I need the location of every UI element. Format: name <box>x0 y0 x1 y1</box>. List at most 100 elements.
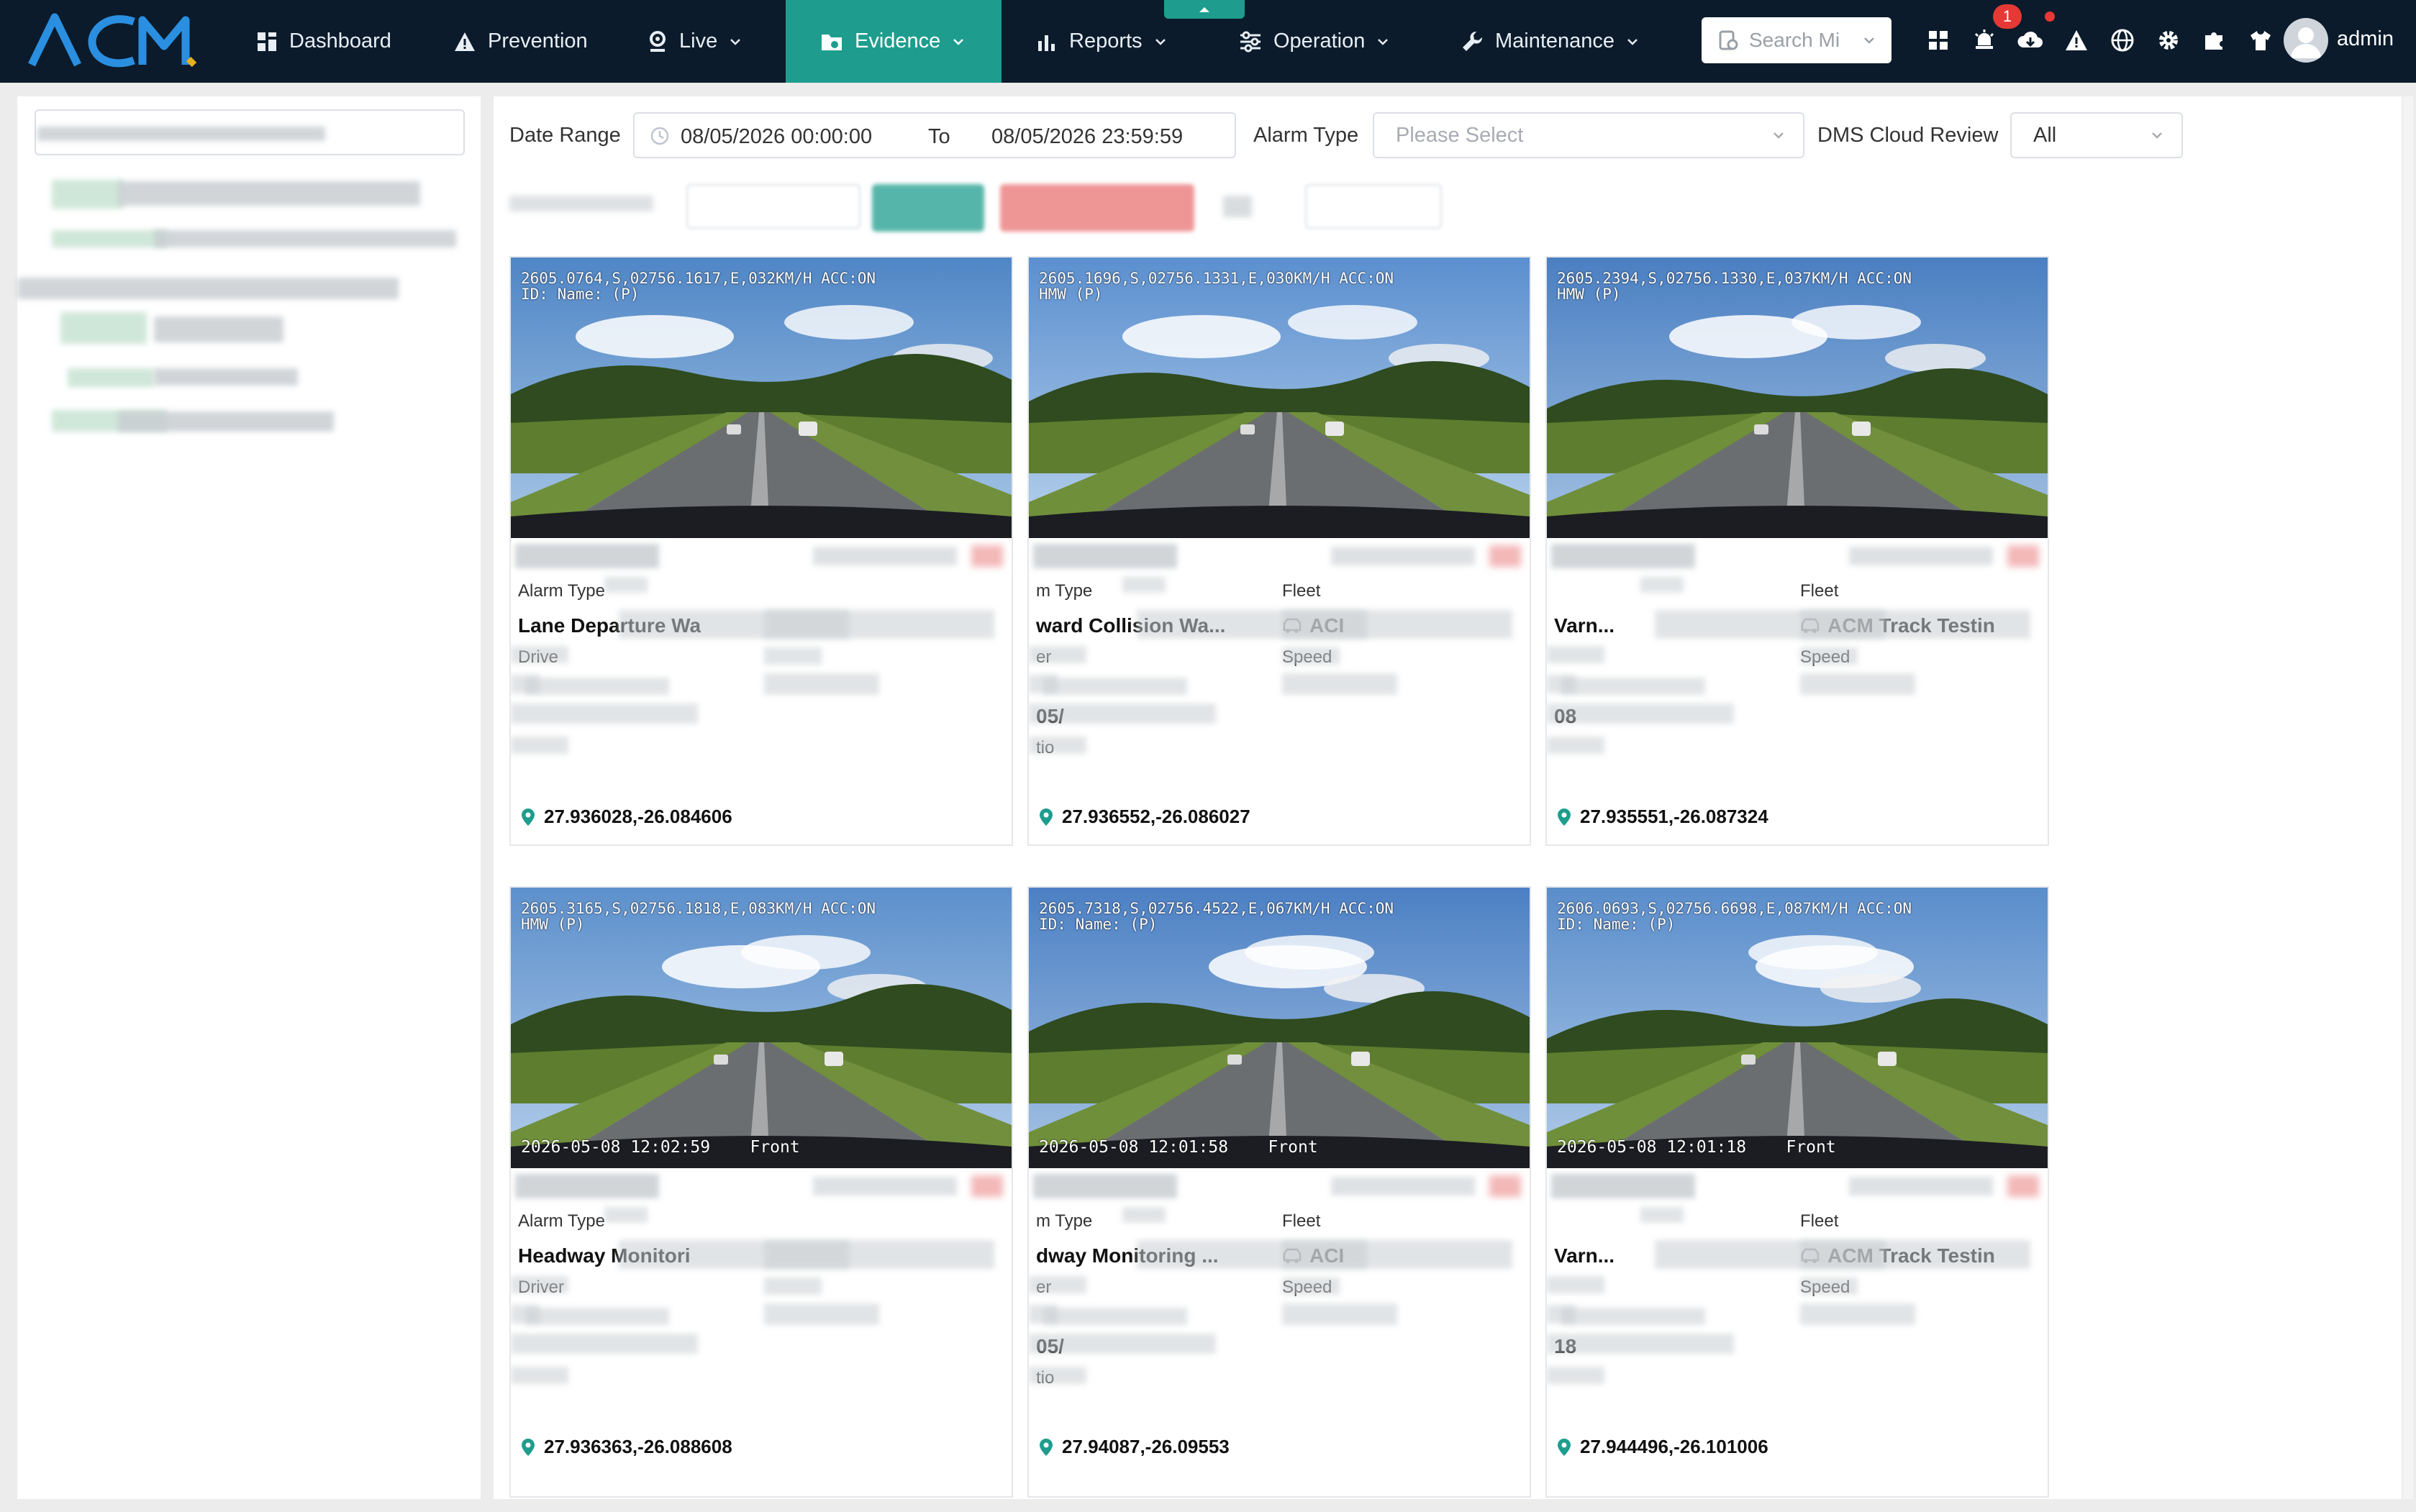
cloud-download-icon[interactable] <box>2016 26 2045 55</box>
tree-node-blurred[interactable] <box>52 230 167 247</box>
chevron-down-icon <box>953 38 964 45</box>
nav-operation[interactable]: Operation <box>1239 0 1389 83</box>
date-range-input[interactable]: 08/05/2026 00:00:00 To 08/05/2026 23:59:… <box>633 112 1236 158</box>
thumbnail-gps-overlay: 2605.0764,S,02756.1617,E,032KM/H ACC:ON … <box>521 270 876 303</box>
nav-prevention[interactable]: Prevention <box>453 0 588 83</box>
dms-cloud-review-label: DMS Cloud Review <box>1817 124 1999 147</box>
gps-coordinates[interactable]: 27.94087,-26.09553 <box>1039 1436 1230 1458</box>
evidence-thumbnail[interactable]: 2606.0693,S,02756.6698,E,087KM/H ACC:ON … <box>1547 888 2048 1168</box>
redacted-field <box>764 1278 822 1295</box>
export-button[interactable] <box>1305 184 1442 229</box>
chevron-down-icon <box>1378 38 1389 45</box>
evidence-card[interactable]: 2605.1696,S,02756.1331,E,030KM/H ACC:ON … <box>1027 256 1531 846</box>
nav-dashboard[interactable]: Dashboard <box>256 0 391 83</box>
gps-coordinates[interactable]: 27.936028,-26.084606 <box>521 806 732 828</box>
batch-delete-button[interactable] <box>1000 184 1194 232</box>
delete-icon[interactable] <box>971 1175 1003 1197</box>
fleet-label: Fleet <box>1282 581 1321 601</box>
acm-logo[interactable] <box>26 9 199 73</box>
gps-coordinates[interactable]: 27.936552,-26.086027 <box>1039 806 1250 828</box>
nav-evidence[interactable]: Evidence <box>786 0 1002 83</box>
nav-reports[interactable]: Reports <box>1036 0 1167 83</box>
tree-node-blurred[interactable] <box>37 127 325 141</box>
gps-coordinates[interactable]: 27.936363,-26.088608 <box>521 1436 732 1458</box>
date-to-label: To <box>928 125 950 148</box>
blurred-filter-input[interactable] <box>686 184 860 229</box>
vehicle-tree-panel <box>17 96 481 1499</box>
alarm-type-value: Varn... <box>1554 614 1615 637</box>
alarm-type-label: m Type <box>1036 581 1093 601</box>
page-scrollbar[interactable] <box>2403 96 2413 1499</box>
redacted-field <box>525 678 669 695</box>
blurred-vehicle-title <box>1551 1174 1695 1198</box>
tree-node-blurred[interactable] <box>154 316 283 342</box>
redacted-field <box>1122 1207 1166 1223</box>
thumbnail-gps-overlay: 2605.1696,S,02756.1331,E,030KM/H ACC:ON … <box>1039 270 1394 303</box>
apps-grid-icon[interactable] <box>1924 26 1953 55</box>
map-pin-icon <box>1040 1438 1053 1456</box>
blurred-card-actions[interactable] <box>1849 1177 1993 1196</box>
delete-icon[interactable] <box>1489 545 1521 567</box>
evidence-thumbnail[interactable]: 2605.1696,S,02756.1331,E,030KM/H ACC:ON … <box>1029 258 1530 538</box>
gps-coordinates[interactable]: 27.944496,-26.101006 <box>1557 1436 1768 1458</box>
evidence-card[interactable]: 2605.2394,S,02756.1330,E,037KM/H ACC:ON … <box>1545 256 2049 846</box>
chevron-up-icon <box>1199 7 1209 12</box>
blurred-card-actions[interactable] <box>1331 1177 1475 1196</box>
delete-icon[interactable] <box>2007 545 2039 567</box>
nav-maintenance[interactable]: Maintenance <box>1461 0 1639 83</box>
collapse-header-tab[interactable] <box>1164 0 1245 19</box>
redacted-field <box>1029 1334 1216 1354</box>
tree-node-blurred[interactable] <box>154 230 456 247</box>
evidence-thumbnail[interactable]: 2605.7318,S,02756.4522,E,067KM/H ACC:ON … <box>1029 888 1530 1168</box>
tree-node-blurred[interactable] <box>154 368 298 386</box>
blurred-filter-label <box>509 196 653 211</box>
gps-coordinates[interactable]: 27.935551,-26.087324 <box>1557 806 1768 828</box>
blurred-card-actions[interactable] <box>813 1177 957 1196</box>
alert-triangle-icon[interactable] <box>2062 26 2091 55</box>
date-from-value: 08/05/2026 00:00:00 <box>681 125 873 148</box>
evidence-thumbnail[interactable]: 2605.3165,S,02756.1818,E,083KM/H ACC:ON … <box>511 888 1012 1168</box>
map-pin-icon <box>522 1438 535 1456</box>
evidence-card[interactable]: 2605.3165,S,02756.1818,E,083KM/H ACC:ON … <box>509 886 1013 1498</box>
username-label[interactable]: admin <box>2337 27 2394 51</box>
blurred-card-actions[interactable] <box>813 547 957 565</box>
redacted-field <box>1282 647 1340 665</box>
alarm-type-label: Alarm Type <box>518 581 605 601</box>
nav-maintenance-label: Maintenance <box>1495 29 1615 53</box>
gear-icon[interactable] <box>2154 26 2183 55</box>
alarm-type-select[interactable]: Please Select <box>1373 112 1804 158</box>
redacted-field <box>1547 1367 1604 1384</box>
redacted-field <box>511 1334 698 1354</box>
nav-prevention-label: Prevention <box>488 29 588 53</box>
avatar[interactable] <box>2284 18 2328 63</box>
delete-icon[interactable] <box>1489 1175 1521 1197</box>
redacted-field <box>1640 577 1684 593</box>
evidence-card[interactable]: 2606.0693,S,02756.6698,E,087KM/H ACC:ON … <box>1545 886 2049 1498</box>
unread-dot <box>2045 12 2055 22</box>
search-button[interactable] <box>872 184 984 232</box>
chevron-down-icon <box>730 38 741 45</box>
delete-icon[interactable] <box>2007 1175 2039 1197</box>
evidence-thumbnail[interactable]: 2605.2394,S,02756.1330,E,037KM/H ACC:ON … <box>1547 258 2048 538</box>
theme-shirt-icon[interactable] <box>2246 26 2275 55</box>
tree-node-blurred[interactable] <box>17 278 399 299</box>
evidence-card[interactable]: 2605.7318,S,02756.4522,E,067KM/H ACC:ON … <box>1027 886 1531 1498</box>
blurred-card-actions[interactable] <box>1331 547 1475 565</box>
blurred-icon[interactable] <box>1223 196 1252 217</box>
tree-node-blurred[interactable] <box>68 368 154 387</box>
tree-node-blurred[interactable] <box>118 181 420 206</box>
dms-cloud-review-select[interactable]: All <box>2010 112 2183 158</box>
blurred-card-actions[interactable] <box>1849 547 1993 565</box>
alarm-bell-icon[interactable] <box>1970 26 1999 55</box>
delete-icon[interactable] <box>971 545 1003 567</box>
evidence-thumbnail[interactable]: 2605.0764,S,02756.1617,E,032KM/H ACC:ON … <box>511 258 1012 538</box>
evidence-card[interactable]: 2605.0764,S,02756.1617,E,032KM/H ACC:ON … <box>509 256 1013 846</box>
nav-live[interactable]: Live <box>648 0 742 83</box>
globe-icon[interactable] <box>2108 26 2137 55</box>
redacted-field <box>1122 577 1166 593</box>
tree-node-blurred[interactable] <box>60 312 147 344</box>
tree-node-blurred[interactable] <box>118 411 334 432</box>
puzzle-icon[interactable] <box>2200 26 2229 55</box>
vehicle-search-select[interactable]: Search Mi <box>1702 17 1892 63</box>
tree-node-blurred[interactable] <box>52 180 124 209</box>
